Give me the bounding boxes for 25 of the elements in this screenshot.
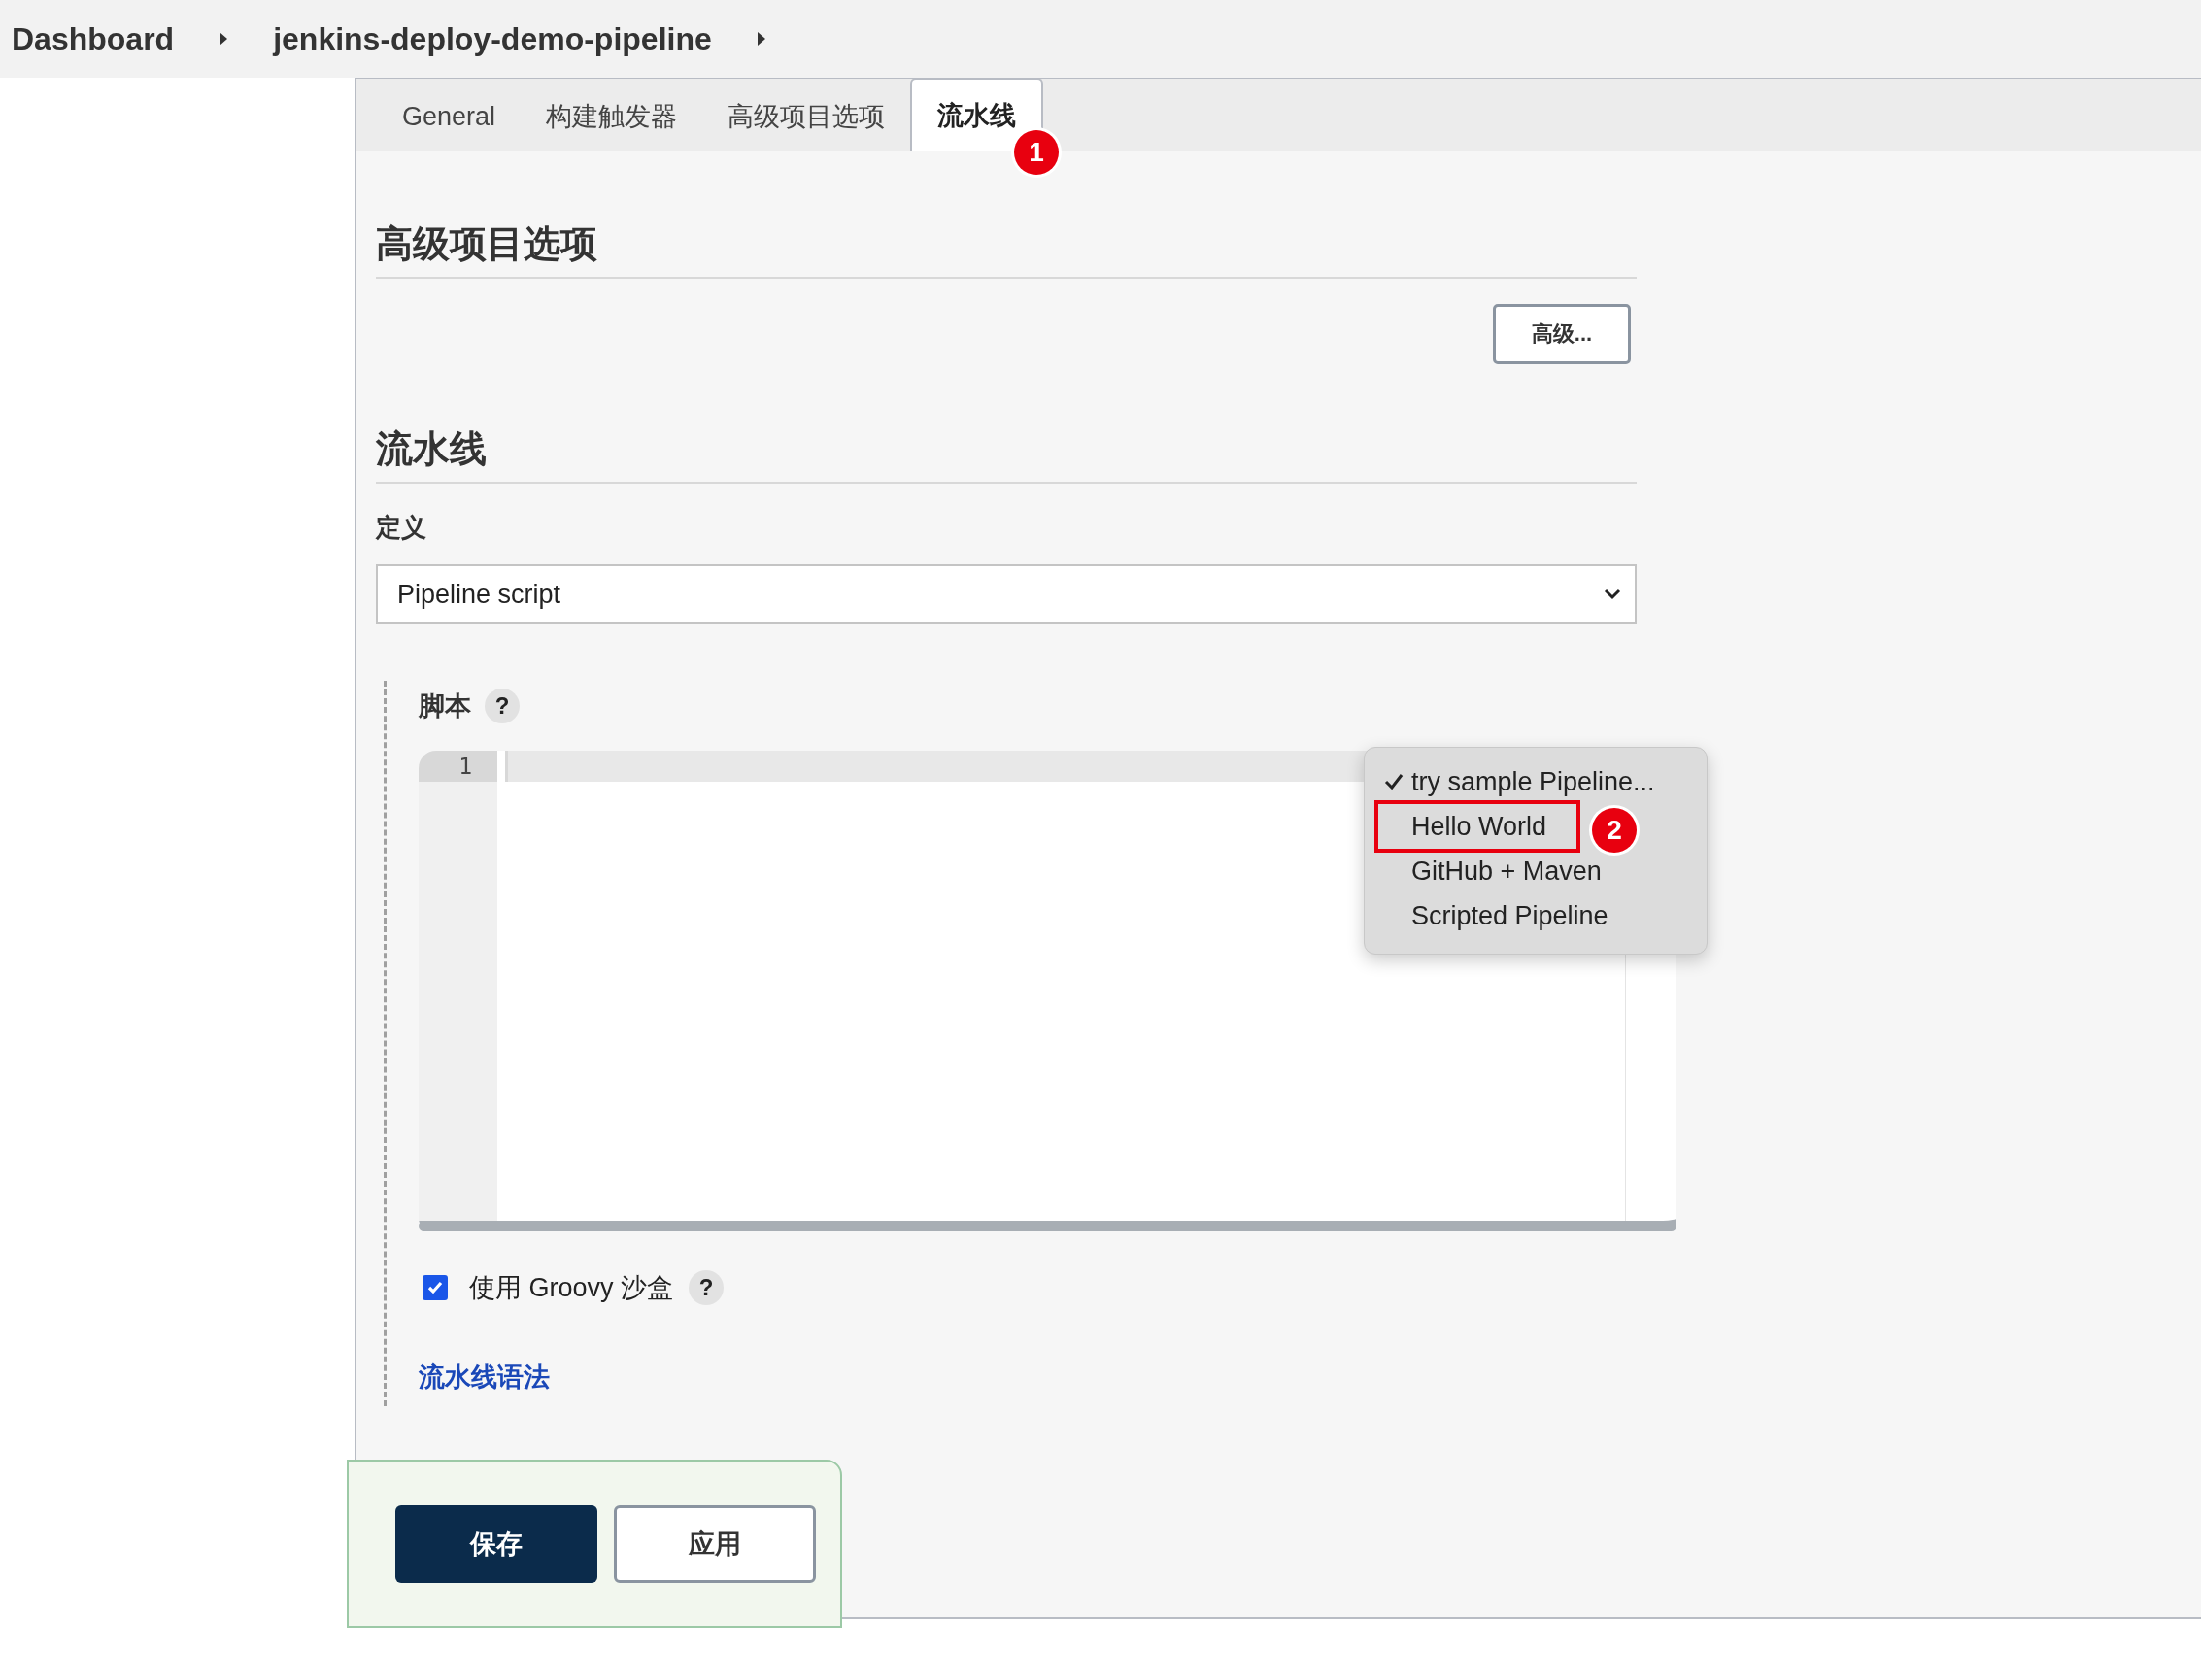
- line-number: 1: [419, 751, 497, 782]
- caret-icon[interactable]: [219, 31, 229, 47]
- syntax-link[interactable]: 流水线语法: [419, 1362, 550, 1392]
- definition-select[interactable]: Pipeline script: [376, 564, 1637, 624]
- advanced-button[interactable]: 高级...: [1493, 304, 1631, 364]
- tab[interactable]: General: [377, 82, 522, 151]
- annotation-badge: 1: [1014, 130, 1060, 175]
- section-heading: 流水线: [376, 424, 1637, 484]
- save-button[interactable]: 保存: [395, 1504, 597, 1583]
- breadcrumb-link[interactable]: jenkins-deploy-demo-pipeline: [273, 20, 712, 57]
- tab[interactable]: 高级项目选项: [702, 82, 911, 151]
- apply-button[interactable]: 应用: [614, 1504, 816, 1583]
- annotation-badge: 2: [1592, 808, 1637, 853]
- help-icon[interactable]: ?: [485, 689, 520, 723]
- scrollbar[interactable]: [419, 1221, 1676, 1231]
- checkbox[interactable]: [423, 1275, 448, 1300]
- caret-icon[interactable]: [756, 31, 766, 47]
- breadcrumb-link[interactable]: Dashboard: [12, 20, 175, 57]
- field-label: 脚本: [419, 690, 471, 722]
- checkbox-label: 使用 Groovy 沙盒: [469, 1272, 674, 1304]
- help-icon[interactable]: ?: [689, 1270, 725, 1305]
- chevron-down-icon: [1604, 588, 1621, 600]
- section-heading: 高级项目选项: [376, 219, 1637, 279]
- tab[interactable]: 构建触发器: [521, 82, 703, 151]
- field-label: 定义: [376, 512, 427, 544]
